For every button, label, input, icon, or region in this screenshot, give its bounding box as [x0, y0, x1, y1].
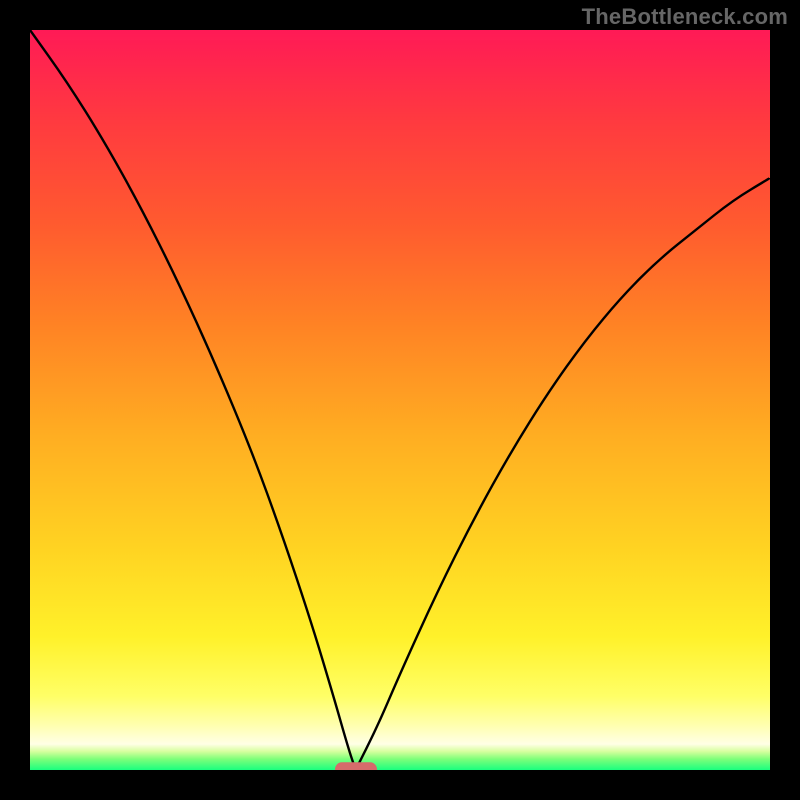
curves-layer	[30, 30, 770, 770]
plot-area	[30, 30, 770, 770]
right-curve	[356, 178, 770, 770]
left-curve	[30, 30, 356, 770]
chart-frame: TheBottleneck.com	[0, 0, 800, 800]
optimal-marker	[335, 762, 377, 770]
watermark-text: TheBottleneck.com	[582, 4, 788, 30]
